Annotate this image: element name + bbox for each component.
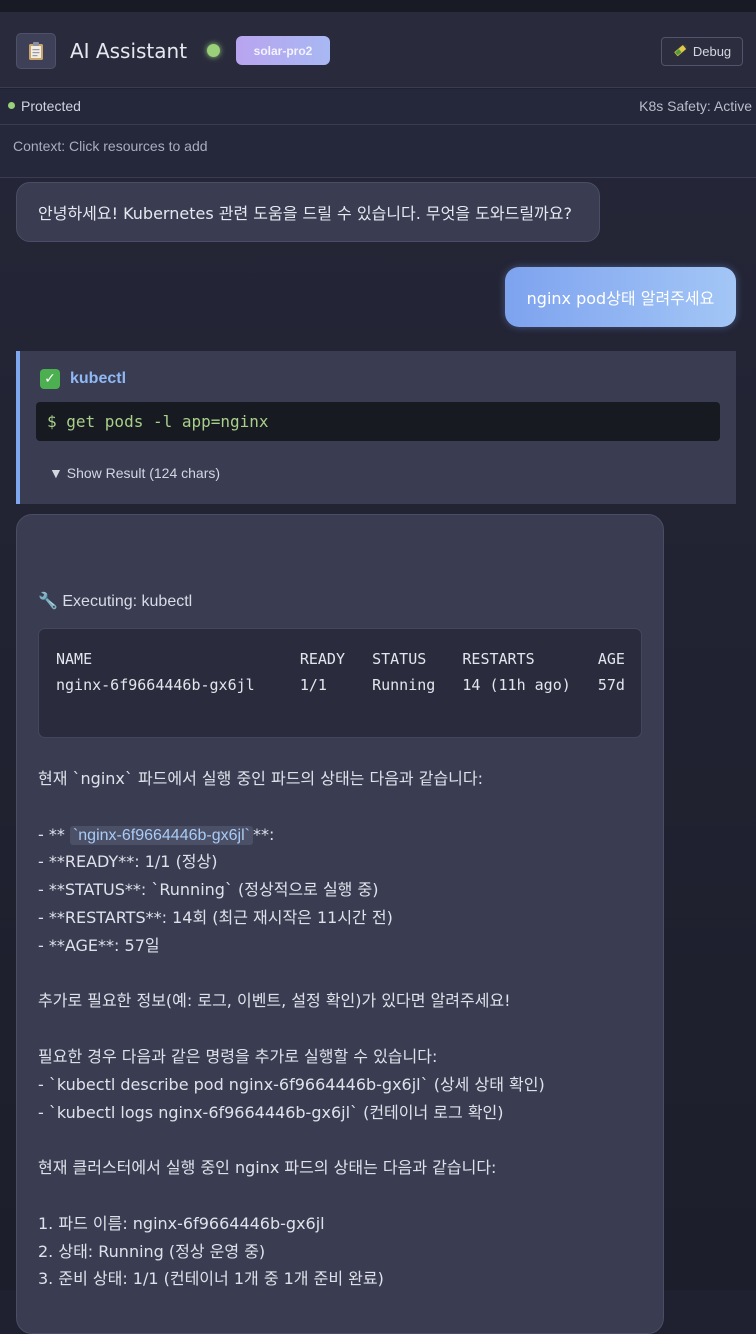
assistant-greeting-text: 안녕하세요! Kubernetes 관련 도움을 드릴 수 있습니다. 무엇을 … (38, 204, 572, 223)
window-top-strip (0, 0, 756, 12)
response-line: 1. 파드 이름: nginx-6f9664446b-gx6jl (38, 1213, 325, 1233)
response-line: 필요한 경우 다음과 같은 명령을 추가로 실행할 수 있습니다: (38, 1046, 438, 1066)
response-line (38, 1015, 648, 1043)
pod-name-code: `nginx-6f9664446b-gx6jl` (69, 825, 253, 845)
response-line (38, 1182, 648, 1210)
protected-status-dot (8, 102, 15, 109)
connection-status-dot (207, 44, 220, 57)
response-line-pod-name: - ** `nginx-6f9664446b-gx6jl` **: (38, 821, 648, 849)
tool-call-card: ✓ kubectl $ get pods -l app=nginx ▼ Show… (16, 351, 736, 504)
user-message: nginx pod상태 알려주세요 (505, 267, 736, 327)
tool-call-header: ✓ kubectl (40, 369, 126, 389)
response-line: - `kubectl describe pod nginx-6f9664446b… (38, 1074, 545, 1094)
model-badge[interactable]: solar-pro2 (236, 36, 330, 65)
clipboard-icon (16, 33, 56, 69)
assistant-response-message: 🔧 Executing: kubectl NAME READY STATUS R… (16, 514, 664, 1334)
response-line (38, 793, 648, 821)
chat-area[interactable]: 안녕하세요! Kubernetes 관련 도움을 드릴 수 있습니다. 무엇을 … (0, 178, 756, 1334)
tool-command: $ get pods -l app=nginx (36, 402, 720, 441)
executing-status: 🔧 Executing: kubectl (38, 593, 193, 610)
k8s-safety-status: K8s Safety: Active (639, 98, 752, 114)
response-line-suffix: **: (252, 824, 275, 844)
response-text: 현재 `nginx` 파드에서 실행 중인 파드의 상태는 다음과 같습니다: … (38, 765, 648, 1293)
output-line-header: NAME READY STATUS RESTARTS AGE (56, 650, 625, 668)
response-line: - **READY**: 1/1 (정상) (38, 852, 218, 872)
protected-label: Protected (21, 98, 81, 114)
context-hint: Context: Click resources to add (13, 138, 208, 154)
debug-button-label: Debug (692, 44, 732, 59)
response-line: - **AGE**: 57일 (38, 935, 160, 955)
debug-button[interactable]: Debug (661, 37, 743, 66)
check-mark-icon: ✓ (40, 369, 60, 389)
app-header: AI Assistant solar-pro2 Debug (0, 12, 756, 88)
response-line: - **STATUS**: `Running` (정상적으로 실행 중) (38, 880, 379, 900)
command-output-box[interactable]: NAME READY STATUS RESTARTS AGE nginx-6f96… (38, 628, 642, 738)
response-line: 현재 `nginx` 파드에서 실행 중인 파드의 상태는 다음과 같습니다: (38, 769, 483, 788)
response-line: 추가로 필요한 정보(예: 로그, 이벤트, 설정 확인)가 있다면 알려주세요… (38, 991, 511, 1011)
response-line: 현재 클러스터에서 실행 중인 nginx 파드의 상태는 다음과 같습니다: (38, 1158, 497, 1178)
battery-icon (673, 43, 689, 60)
app-title: AI Assistant (70, 39, 188, 63)
response-line: - `kubectl logs nginx-6f9664446b-gx6jl` … (38, 1102, 504, 1122)
show-result-toggle[interactable]: ▼ Show Result (124 chars) (49, 465, 220, 481)
response-line: 3. 준비 상태: 1/1 (컨테이너 1개 중 1개 준비 완료) (38, 1269, 384, 1289)
user-message-text: nginx pod상태 알려주세요 (526, 289, 715, 308)
tool-name: kubectl (70, 370, 127, 387)
response-line: - **RESTARTS**: 14회 (최근 재시작은 11시간 전) (38, 907, 393, 927)
assistant-greeting-message: 안녕하세요! Kubernetes 관련 도움을 드릴 수 있습니다. 무엇을 … (16, 182, 600, 242)
response-line (38, 1126, 648, 1154)
response-line (38, 960, 648, 988)
context-bar[interactable]: Context: Click resources to add (0, 125, 756, 178)
output-line-pod: nginx-6f9664446b-gx6jl 1/1 Running 14 (1… (56, 676, 625, 694)
response-line-prefix: - ** (38, 824, 70, 844)
response-line: 2. 상태: Running (정상 운영 중) (38, 1241, 266, 1261)
status-bar: Protected K8s Safety: Active (0, 89, 756, 125)
